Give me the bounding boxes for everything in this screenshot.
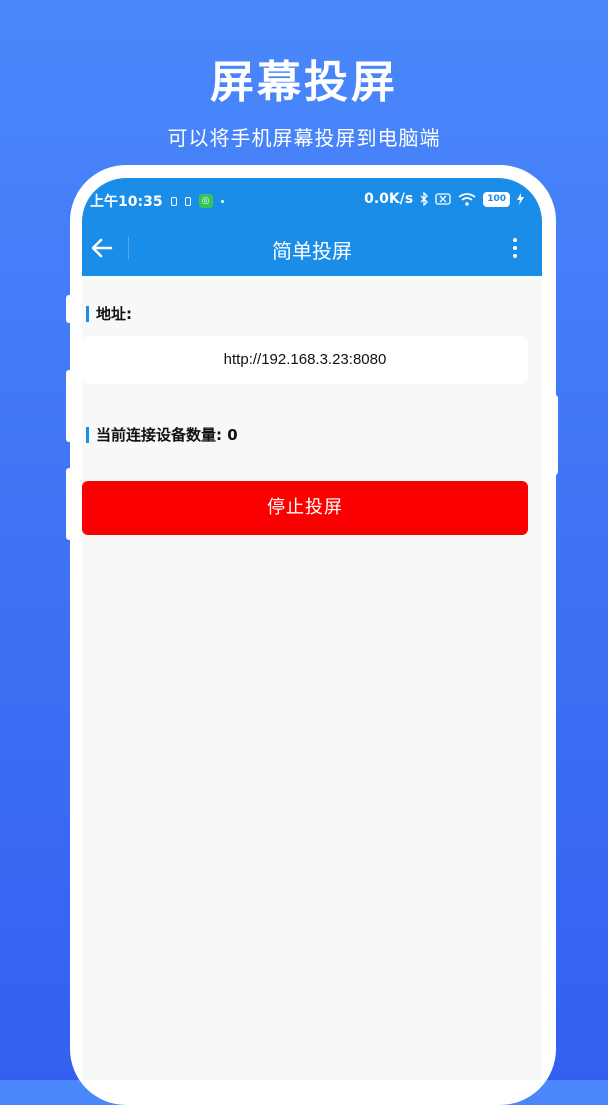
toolbar: 简单投屏: [82, 228, 542, 268]
phone-screen: 上午10:35 ◎ 0.0K/s 100 简单投屏 地址: http://192…: [82, 178, 542, 1080]
sim-icon: [184, 196, 191, 206]
bluetooth-icon: [420, 192, 429, 206]
phone-side-button: [66, 370, 74, 442]
status-bar: 上午10:35 ◎ 0.0K/s 100: [82, 186, 542, 214]
charging-icon: [517, 193, 524, 205]
app-notification-icon: ◎: [198, 194, 213, 208]
wifi-icon: [458, 192, 476, 206]
stop-casting-button[interactable]: 停止投屏: [82, 481, 528, 535]
device-count-text: 当前连接设备数量: 0: [96, 426, 238, 444]
more-vertical-icon-dot: [513, 254, 517, 258]
accent-bar: [86, 305, 89, 322]
phone-side-button: [66, 468, 74, 540]
sim-blocked-icon: [435, 193, 451, 205]
more-vertical-icon-dot: [513, 246, 517, 250]
more-options-button[interactable]: [508, 236, 522, 260]
address-label: 地址:: [86, 303, 132, 324]
battery-icon: 100: [483, 191, 510, 207]
status-time: 上午10:35: [90, 194, 163, 210]
sim-icon: [170, 196, 177, 206]
notification-dot-icon: [220, 199, 224, 203]
promo-subtitle: 可以将手机屏幕投屏到电脑端: [167, 126, 441, 150]
promo-title: 屏幕投屏: [210, 57, 398, 108]
page-title: 简单投屏: [272, 239, 352, 263]
network-speed: 0.0K/s: [364, 191, 414, 207]
more-vertical-icon: [513, 238, 517, 242]
address-label-text: 地址:: [96, 305, 132, 323]
device-count-label: 当前连接设备数量: 0: [86, 424, 238, 445]
phone-side-button: [66, 295, 74, 323]
address-field[interactable]: http://192.168.3.23:8080: [82, 336, 528, 384]
accent-bar: [86, 426, 89, 443]
phone-side-button: [550, 395, 558, 475]
app-bar: 上午10:35 ◎ 0.0K/s 100 简单投屏: [82, 178, 542, 276]
